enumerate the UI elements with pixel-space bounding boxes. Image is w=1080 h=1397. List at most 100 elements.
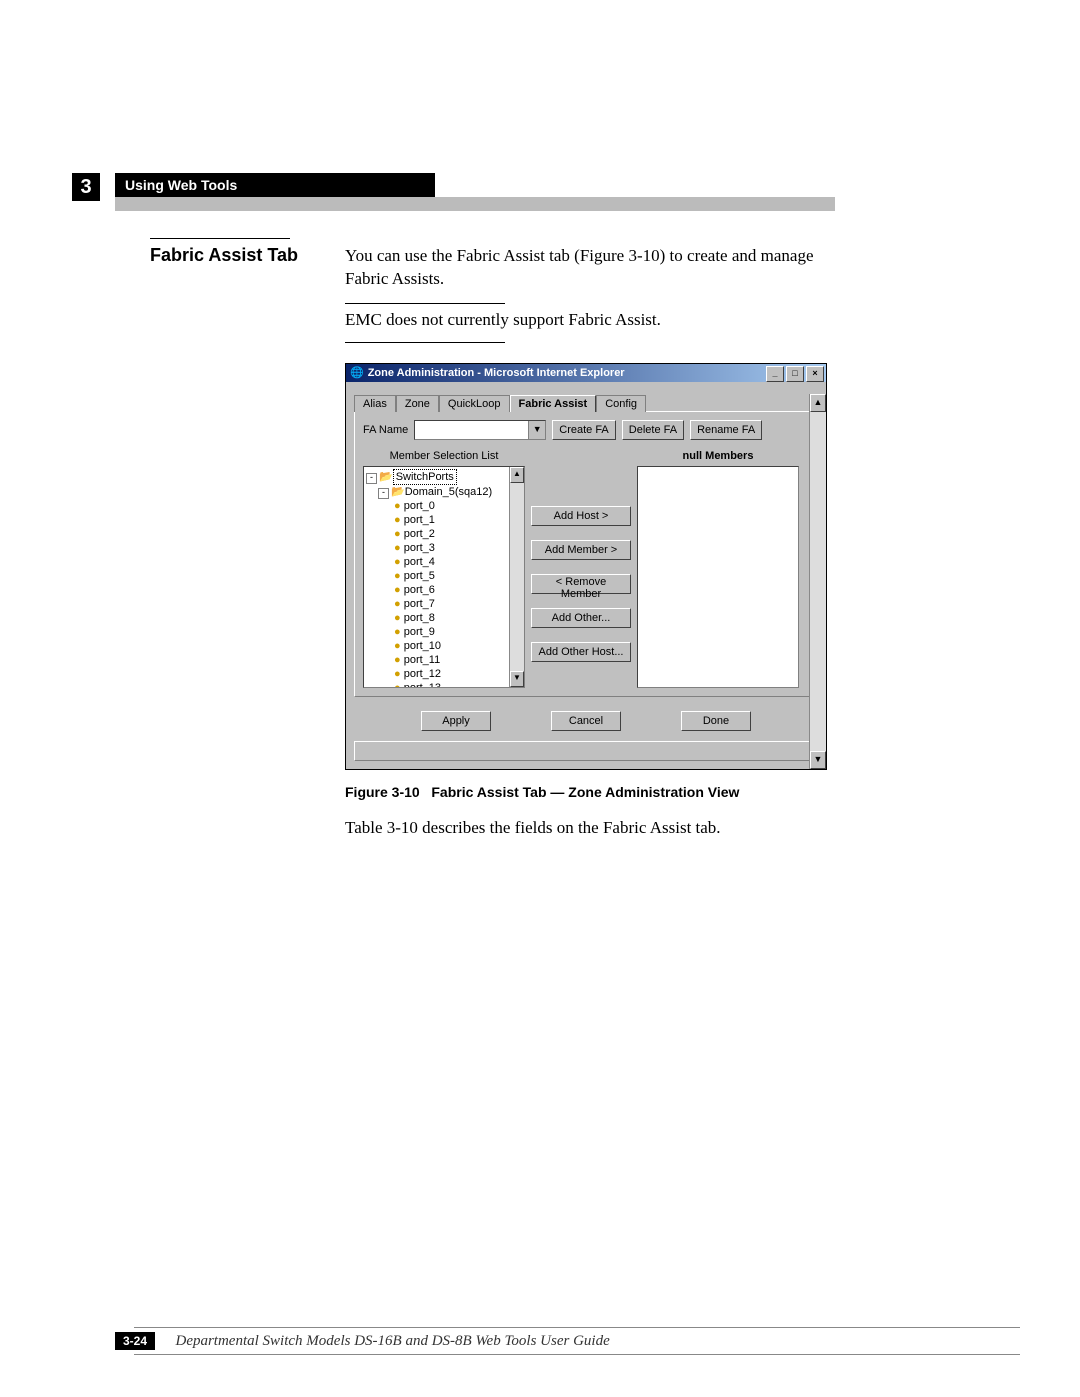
remove-member-button[interactable]: < Remove Member [531,574,631,594]
page-footer: 3-24 Departmental Switch Models DS-16B a… [115,1327,1020,1355]
members-listbox[interactable] [637,466,799,688]
outer-scrollbar[interactable]: ▲ ▼ [809,394,826,769]
figure-container: 🌐 Zone Administration - Microsoft Intern… [345,363,850,838]
tree-port[interactable]: port_2 [404,528,435,540]
ie-window: 🌐 Zone Administration - Microsoft Intern… [345,363,827,770]
figure-caption: Figure 3-10 Fabric Assist Tab — Zone Adm… [345,784,850,800]
fa-name-combo[interactable]: ▼ [414,420,546,440]
folder-icon: 📂 [379,471,393,483]
tree-port[interactable]: port_1 [404,514,435,526]
section-paragraph: You can use the Fabric Assist tab (Figur… [345,245,850,291]
chapter-header: 3 Using Web Tools [62,173,1080,211]
paragraph-after-figure: Table 3-10 describes the fields on the F… [345,818,850,838]
fabric-assist-panel: FA Name ▼ Create FA Delete FA Rename FA [354,411,818,697]
tree-port[interactable]: port_11 [404,654,441,666]
fa-name-label: FA Name [363,424,408,436]
cancel-button[interactable]: Cancel [551,711,621,731]
tab-fabric-assist[interactable]: Fabric Assist [510,395,597,412]
tree-content: -📂SwitchPorts -📂Domain_5(sqa12) ● port_0… [364,467,524,688]
member-selection-header: Member Selection List [390,450,499,462]
dialog-button-row: Apply Cancel Done [354,697,818,737]
add-other-button[interactable]: Add Other... [531,608,631,628]
section-rule [150,238,290,239]
title-bar: 🌐 Zone Administration - Microsoft Intern… [346,364,826,382]
header-rule [115,197,835,211]
fa-name-row: FA Name ▼ Create FA Delete FA Rename FA [363,420,809,440]
section-title: Fabric Assist Tab [150,245,330,266]
tree-port[interactable]: port_0 [404,500,435,512]
port-icon: ● [394,668,401,680]
rename-fa-button[interactable]: Rename FA [690,420,762,440]
running-head: Using Web Tools [115,173,435,197]
note-text: EMC does not currently support Fabric As… [345,310,850,330]
chevron-down-icon[interactable]: ▼ [528,421,545,439]
page-number: 3-24 [115,1332,155,1350]
tab-strip: Alias Zone QuickLoop Fabric Assist Confi… [354,394,818,411]
member-selection-tree[interactable]: ▲ ▼ -📂SwitchPorts -📂Domain_5(sqa12) ● po… [363,466,525,688]
port-icon: ● [394,626,401,638]
port-icon: ● [394,682,401,688]
port-icon: ● [394,500,401,512]
add-host-button[interactable]: Add Host > [531,506,631,526]
chapter-number-badge: 3 [72,173,100,201]
tab-config[interactable]: Config [596,395,646,412]
tree-port[interactable]: port_4 [404,556,435,568]
add-member-button[interactable]: Add Member > [531,540,631,560]
scroll-up-icon[interactable]: ▲ [810,394,826,412]
tree-scrollbar[interactable]: ▲ ▼ [509,467,524,687]
tree-root[interactable]: SwitchPorts [393,469,457,485]
delete-fa-button[interactable]: Delete FA [622,420,684,440]
port-icon: ● [394,556,401,568]
footer-book-title: Departmental Switch Models DS-16B and DS… [175,1333,609,1350]
note-rule-bottom [345,342,505,343]
tree-port[interactable]: port_13 [404,682,441,688]
ie-icon: 🌐 [350,364,364,382]
port-icon: ● [394,542,401,554]
footer-rule-bottom [134,1354,1020,1355]
tree-scroll-down-icon[interactable]: ▼ [510,671,524,687]
tab-quickloop[interactable]: QuickLoop [439,395,510,412]
body-column: Fabric Assist Tab You can use the Fabric… [150,238,850,838]
folder-icon: 📂 [391,486,405,498]
app-client-area: ▲ ▼ Alias Zone QuickLoop Fabric Assist C… [346,394,826,769]
tree-port[interactable]: port_5 [404,570,435,582]
footer-rule-top [134,1327,1020,1328]
tree-port[interactable]: port_10 [404,640,441,652]
minimize-button[interactable]: _ [766,366,784,382]
create-fa-button[interactable]: Create FA [552,420,616,440]
status-bar [354,741,818,761]
port-icon: ● [394,598,401,610]
scroll-down-icon[interactable]: ▼ [810,751,826,769]
tree-port[interactable]: port_7 [404,598,435,610]
done-button[interactable]: Done [681,711,751,731]
port-icon: ● [394,654,401,666]
port-icon: ● [394,584,401,596]
tree-port[interactable]: port_12 [404,668,441,680]
close-button[interactable]: × [806,366,824,382]
tree-port[interactable]: port_6 [404,584,435,596]
maximize-button[interactable]: □ [786,366,804,382]
tree-port[interactable]: port_9 [404,626,435,638]
port-icon: ● [394,612,401,624]
document-page: 3 Using Web Tools Fabric Assist Tab You … [0,0,1080,1397]
port-icon: ● [394,570,401,582]
apply-button[interactable]: Apply [421,711,491,731]
port-icon: ● [394,640,401,652]
members-column: null Members [637,450,799,688]
tree-port[interactable]: port_8 [404,612,435,624]
fa-name-value [415,421,528,439]
add-other-host-button[interactable]: Add Other Host... [531,642,631,662]
window-title: Zone Administration - Microsoft Internet… [368,364,625,382]
tab-zone[interactable]: Zone [396,395,439,412]
figure-title: Fabric Assist Tab — Zone Administration … [431,784,739,800]
collapse-icon[interactable]: - [366,473,377,484]
port-icon: ● [394,528,401,540]
note-rule-top [345,303,505,304]
member-selection-column: Member Selection List ▲ ▼ -📂SwitchPorts … [363,450,525,688]
tree-scroll-up-icon[interactable]: ▲ [510,467,524,483]
transfer-buttons-column: Add Host > Add Member > < Remove Member … [531,450,631,688]
collapse-icon[interactable]: - [378,488,389,499]
tree-port[interactable]: port_3 [404,542,435,554]
tab-alias[interactable]: Alias [354,395,396,412]
tree-domain-1[interactable]: Domain_5(sqa12) [405,486,492,498]
